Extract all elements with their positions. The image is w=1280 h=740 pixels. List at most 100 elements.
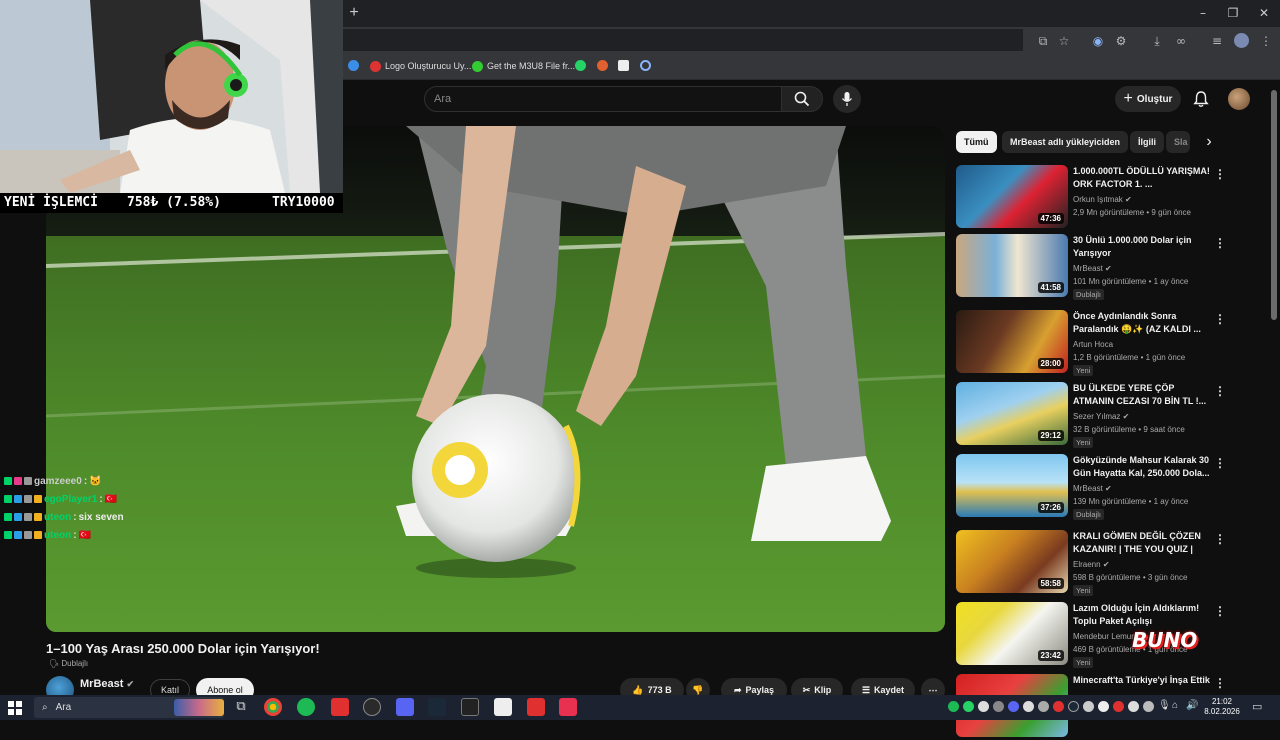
channel-name[interactable]: MrBeast ✔ [80,678,134,690]
circle-icon[interactable] [597,60,608,71]
minimize-button[interactable]: – [1192,4,1214,22]
recommendation-item[interactable]: 58:58 KRALI GÖMEN DEĞİL ÇÖZEN KAZANIR! | … [956,530,1276,596]
video-thumbnail[interactable]: 23:42 [956,602,1068,665]
recommendation-channel[interactable]: Sezer Yılmaz ✔ [1073,412,1129,421]
recommendation-item[interactable]: 29:12 BU ÜLKEDE YERE ÇÖP ATMANIN CEZASI 7… [956,382,1276,448]
notification-center-icon[interactable]: ▭ [1252,700,1262,713]
microphone-tray-icon[interactable]: 🎙 [1158,700,1171,711]
recommendation-channel[interactable]: Artun Hoca [1073,340,1113,349]
chip-related[interactable]: İlgili [1130,131,1164,153]
recommendation-item[interactable]: 37:26 Gökyüzünde Mahsur Kalarak 30 Gün Ha… [956,454,1276,520]
recommendation-channel[interactable]: Orkun Işıtmak ✔ [1073,195,1132,204]
chevron-right-icon[interactable]: › [1200,133,1218,151]
tray-icon[interactable] [1023,701,1034,712]
extension-audio-icon[interactable]: ◉ [1089,33,1107,49]
more-options-icon[interactable]: ⋮ [1214,312,1226,326]
chip-from-uploader[interactable]: MrBeast adlı yükleyiciden [1002,131,1129,153]
discord-taskbar-icon[interactable] [396,698,414,716]
amazon-icon[interactable] [618,60,629,71]
close-window-button[interactable]: ✕ [1253,4,1275,22]
search-input[interactable]: Ara [424,86,782,112]
app-taskbar-icon[interactable] [331,698,349,716]
recommendation-item[interactable]: 23:42 Lazım Olduğu İçin Aldıklarım! Toplu… [956,602,1276,668]
app-taskbar-icon[interactable] [559,698,577,716]
tray-icon[interactable] [978,701,989,712]
more-options-icon[interactable]: ⋮ [1214,167,1226,181]
video-thumbnail[interactable]: 58:58 [956,530,1068,593]
more-options-icon[interactable]: ⋮ [1214,384,1226,398]
browser-menu-icon[interactable]: ⋮ [1257,33,1275,49]
recommendation-title[interactable]: 1.000.000TL ÖDÜLLÜ YARIŞMA! ORK FACTOR 1… [1073,165,1211,190]
recommendation-title[interactable]: Lazım Olduğu İçin Aldıklarım! Toplu Pake… [1073,602,1211,627]
more-options-icon[interactable]: ⋮ [1214,532,1226,546]
tray-icon[interactable] [1113,701,1124,712]
tray-icon[interactable] [1038,701,1049,712]
profile-icon[interactable] [1234,33,1249,48]
tray-icon[interactable] [1083,701,1094,712]
capcut-taskbar-icon[interactable] [494,698,512,716]
task-view-icon[interactable]: ⧉ [232,698,250,716]
tray-icon[interactable] [948,701,959,712]
more-options-icon[interactable]: ⋮ [1214,456,1226,470]
tray-icon[interactable] [1128,701,1139,712]
settings-icon[interactable] [640,60,651,71]
recommendation-title[interactable]: KRALI GÖMEN DEĞİL ÇÖZEN KAZANIR! | THE Y… [1073,530,1211,555]
recommendation-title[interactable]: Önce Aydınlandık Sonra Paralandık 🤑✨ (AZ… [1073,310,1211,335]
video-thumbnail[interactable]: 47:36 [956,165,1068,228]
bookmark-star-icon[interactable]: ☆ [1055,33,1073,49]
taskbar-clock[interactable]: 21:02 8.02.2026 [1200,697,1244,717]
notifications-button[interactable] [1190,88,1212,110]
tray-icon[interactable] [1068,701,1079,712]
new-tab-button[interactable]: + [345,4,363,22]
install-app-icon[interactable]: ⧉ [1034,33,1052,49]
video-thumbnail[interactable]: 28:00 [956,310,1068,373]
chrome-taskbar-icon[interactable] [264,698,282,716]
recommendation-channel[interactable]: MrBeast ✔ [1073,264,1112,273]
chip-more[interactable]: Sla [1166,131,1190,153]
steam-taskbar-icon[interactable] [428,698,446,716]
recommendation-item[interactable]: 28:00 Önce Aydınlandık Sonra Paralandık 🤑… [956,310,1276,376]
volume-icon[interactable]: 🔊 [1186,700,1198,711]
create-button[interactable]: + Oluştur [1115,86,1181,112]
edge-bookmark-icon[interactable] [348,60,359,71]
tray-icon[interactable] [963,701,974,712]
scrollbar[interactable] [1271,90,1277,320]
video-thumbnail[interactable]: 41:58 [956,234,1068,297]
reading-list-icon[interactable]: ≡ [1208,33,1226,49]
download-icon[interactable]: ⤓ [1148,33,1166,49]
voice-search-button[interactable] [833,85,861,113]
whatsapp-icon[interactable] [575,60,586,71]
spotify-taskbar-icon[interactable] [297,698,315,716]
extensions-puzzle-icon[interactable]: ⚙ [1112,33,1130,49]
recommendation-item[interactable]: 41:58 30 Ünlü 1.000.000 Dolar için Yarışı… [956,234,1276,300]
tray-icon[interactable] [1053,701,1064,712]
bookmark-item[interactable]: Logo Oluşturucu Uy... [370,58,471,74]
recommendation-title[interactable]: BU ÜLKEDE YERE ÇÖP ATMANIN CEZASI 70 BİN… [1073,382,1211,407]
recommendation-channel[interactable]: Elraenn ✔ [1073,560,1110,569]
recommendation-title[interactable]: Minecraft'ta Türkiye'yi İnşa Ettik [1073,674,1211,687]
epic-taskbar-icon[interactable] [461,698,479,716]
tray-icon[interactable] [1008,701,1019,712]
address-bar-input[interactable] [343,29,1023,51]
chip-all[interactable]: Tümü [956,131,997,153]
recommendation-title[interactable]: Gökyüzünde Mahsur Kalarak 30 Gün Hayatta… [1073,454,1211,479]
link-icon[interactable]: ∞ [1172,33,1190,49]
restore-button[interactable]: ❐ [1222,4,1244,22]
app-taskbar-icon[interactable] [527,698,545,716]
network-icon[interactable]: ⌂ [1172,700,1178,711]
tray-icon[interactable] [1098,701,1109,712]
taskbar-search[interactable]: ⌕ Ara [34,697,224,718]
video-thumbnail[interactable]: 37:26 [956,454,1068,517]
start-button[interactable] [6,699,24,716]
bookmark-item[interactable]: Get the M3U8 File fr... [472,58,575,74]
search-button[interactable] [781,86,823,112]
more-options-icon[interactable]: ⋮ [1214,604,1226,618]
more-options-icon[interactable]: ⋮ [1214,676,1226,690]
obs-taskbar-icon[interactable] [363,698,381,716]
recommendation-item[interactable]: 47:36 1.000.000TL ÖDÜLLÜ YARIŞMA! ORK FAC… [956,165,1276,231]
recommendation-channel[interactable]: MrBeast ✔ [1073,484,1112,493]
recommendation-title[interactable]: 30 Ünlü 1.000.000 Dolar için Yarışıyor [1073,234,1211,259]
tray-icon[interactable] [1143,701,1154,712]
tray-icon[interactable] [993,701,1004,712]
video-thumbnail[interactable]: 29:12 [956,382,1068,445]
